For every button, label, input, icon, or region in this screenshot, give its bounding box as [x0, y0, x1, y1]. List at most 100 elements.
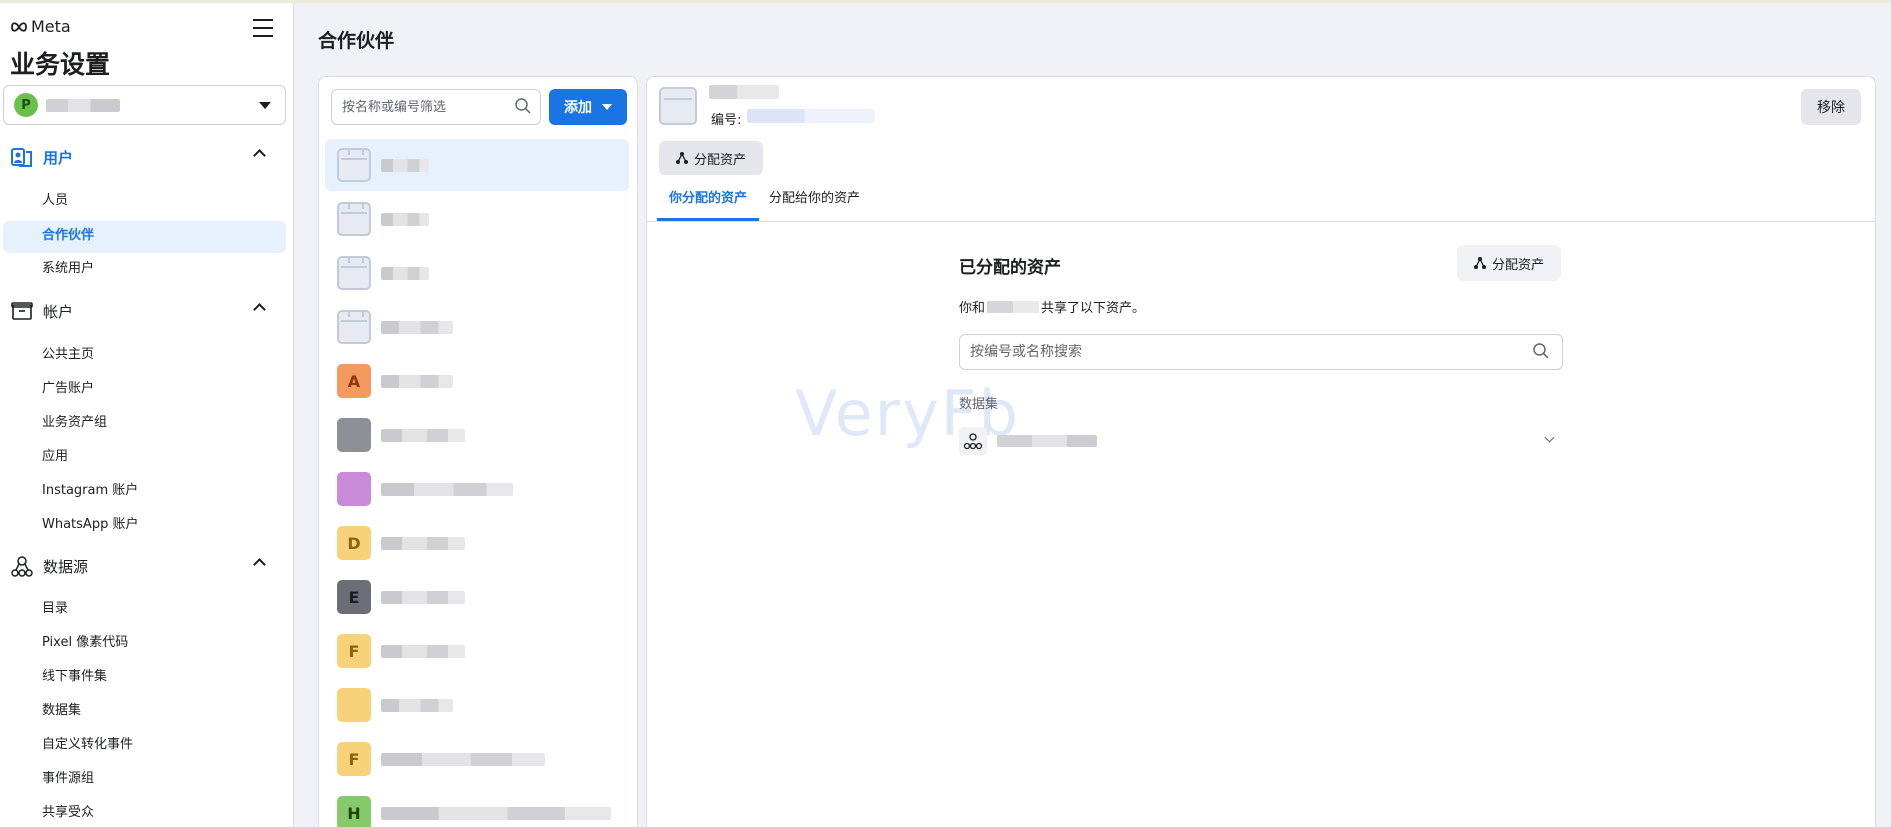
partner-name-redacted: [381, 321, 453, 334]
partner-name-redacted: [381, 483, 513, 496]
assign-assets-button-secondary[interactable]: 分配资产: [1457, 245, 1561, 281]
partner-row[interactable]: H: [325, 787, 629, 827]
caret-down-icon: [602, 104, 612, 110]
partner-name-redacted: [987, 300, 1040, 313]
dataset-name-redacted: [997, 435, 1097, 447]
sidebar-section-label: 用户: [43, 148, 74, 167]
brand-name: Meta: [31, 17, 71, 36]
partner-avatar: F: [337, 634, 371, 668]
assign-assets-label: 分配资产: [1491, 257, 1544, 273]
partner-name-redacted: [381, 753, 545, 766]
dataset-icon: [959, 427, 987, 455]
assign-assets-label: 分配资产: [693, 152, 746, 168]
chevron-up-icon: [253, 149, 266, 162]
search-icon: [515, 98, 531, 114]
business-selector[interactable]: P: [3, 85, 286, 125]
tab-divider: [647, 221, 1875, 222]
partner-avatar: D: [337, 526, 371, 560]
sidebar-item-shared-audiences[interactable]: 共享受众: [42, 803, 94, 823]
partner-avatar: F: [337, 742, 371, 776]
sidebar-item-system-users[interactable]: 系统用户: [42, 259, 94, 279]
sidebar-section-users[interactable]: 用户: [10, 143, 280, 171]
chevron-down-icon[interactable]: [1544, 432, 1555, 443]
partner-name-redacted: [381, 375, 453, 388]
remove-partner-button[interactable]: 移除: [1801, 89, 1861, 125]
sidebar-item-custom-conversions[interactable]: 自定义转化事件: [42, 735, 133, 755]
sidebar-item-pixels[interactable]: Pixel 像素代码: [42, 633, 128, 653]
caret-down-icon: [259, 102, 271, 109]
partner-row[interactable]: F: [325, 625, 629, 677]
partner-avatar: [337, 418, 371, 452]
chevron-up-icon: [253, 303, 266, 316]
sidebar-section-label: 帐户: [43, 302, 74, 321]
sidebar-item-ad-accounts[interactable]: 广告账户: [42, 379, 94, 399]
partner-row[interactable]: [325, 463, 629, 515]
sidebar-item-catalogs[interactable]: 目录: [42, 599, 68, 619]
asset-search-input[interactable]: [959, 334, 1563, 370]
sidebar-section-data-sources[interactable]: 数据源: [10, 552, 280, 580]
sidebar-item-offline-event-sets[interactable]: 线下事件集: [42, 667, 107, 687]
partner-avatar: E: [337, 580, 371, 614]
dataset-row[interactable]: [959, 423, 1563, 459]
partner-name-redacted: [709, 85, 779, 99]
page-title: 合作伙伴: [318, 30, 395, 52]
assign-assets-button[interactable]: 分配资产: [659, 141, 763, 175]
add-partner-button[interactable]: 添加: [549, 89, 627, 125]
partner-row[interactable]: [325, 193, 629, 245]
sidebar: Meta 业务设置 P 用户 人员 合作伙伴 系统用户 帐户 公共主页 广告账户…: [0, 3, 294, 827]
add-button-label: 添加: [564, 100, 592, 116]
briefcase-icon: [337, 202, 371, 236]
partner-name-redacted: [381, 807, 611, 820]
partner-filter-input[interactable]: [331, 89, 541, 125]
partner-row[interactable]: [325, 139, 629, 191]
partner-row[interactable]: E: [325, 571, 629, 623]
partner-row[interactable]: [325, 679, 629, 731]
partner-row[interactable]: D: [325, 517, 629, 569]
sidebar-section-label: 数据源: [43, 557, 89, 576]
tab-assigned-to-you[interactable]: 分配给你的资产: [757, 181, 872, 221]
partner-name-redacted: [381, 645, 465, 658]
sidebar-item-asset-groups[interactable]: 业务资产组: [42, 413, 107, 433]
sidebar-item-partners[interactable]: 合作伙伴: [42, 226, 94, 246]
assigned-assets-title: 已分配的资产: [959, 258, 1061, 278]
meta-infinity-icon: [11, 21, 27, 32]
sidebar-item-pages[interactable]: 公共主页: [42, 345, 94, 365]
partner-avatar: A: [337, 364, 371, 398]
sidebar-item-datasets[interactable]: 数据集: [42, 701, 81, 721]
partner-row[interactable]: F: [325, 733, 629, 785]
partner-list-panel: 添加 A D E F F: [318, 76, 638, 827]
share-nodes-icon: [1473, 257, 1486, 269]
shared-assets-description: 你和 共享了以下资产。: [959, 297, 1145, 316]
partner-name-redacted: [381, 537, 465, 550]
partner-row[interactable]: [325, 247, 629, 299]
partner-avatar: H: [337, 796, 371, 827]
partner-name-redacted: [381, 699, 453, 712]
menu-toggle-icon[interactable]: [253, 19, 277, 39]
app-title: 业务设置: [10, 50, 111, 79]
partner-avatar: [337, 688, 371, 722]
tab-assigned-by-you[interactable]: 你分配的资产: [657, 181, 760, 221]
sidebar-item-apps[interactable]: 应用: [42, 447, 68, 467]
users-icon: [10, 145, 34, 169]
briefcase-icon: [337, 310, 371, 344]
sidebar-item-event-source-groups[interactable]: 事件源组: [42, 769, 94, 789]
sidebar-section-accounts[interactable]: 帐户: [10, 297, 280, 325]
partner-row[interactable]: [325, 409, 629, 461]
partner-name-redacted: [381, 591, 465, 604]
partner-id-label: 编号:: [711, 113, 742, 128]
dataset-heading: 数据集: [959, 397, 999, 412]
sidebar-item-people[interactable]: 人员: [42, 191, 68, 211]
share-nodes-icon: [675, 152, 688, 164]
sidebar-item-instagram[interactable]: Instagram 账户: [42, 481, 138, 501]
partner-name-redacted: [381, 159, 429, 172]
search-icon: [1533, 343, 1549, 359]
business-name-redacted: [46, 98, 120, 112]
sidebar-item-whatsapp[interactable]: WhatsApp 账户: [42, 515, 138, 535]
briefcase-icon: [337, 148, 371, 182]
partner-row[interactable]: [325, 301, 629, 353]
partner-detail-panel: 编号: 移除 分配资产 你分配的资产 分配给你的资产 VeryFb 已分配的资产…: [646, 76, 1876, 827]
partner-name-redacted: [381, 267, 429, 280]
partner-row[interactable]: A: [325, 355, 629, 407]
partner-name-redacted: [381, 213, 429, 226]
meta-logo[interactable]: Meta: [10, 17, 71, 36]
